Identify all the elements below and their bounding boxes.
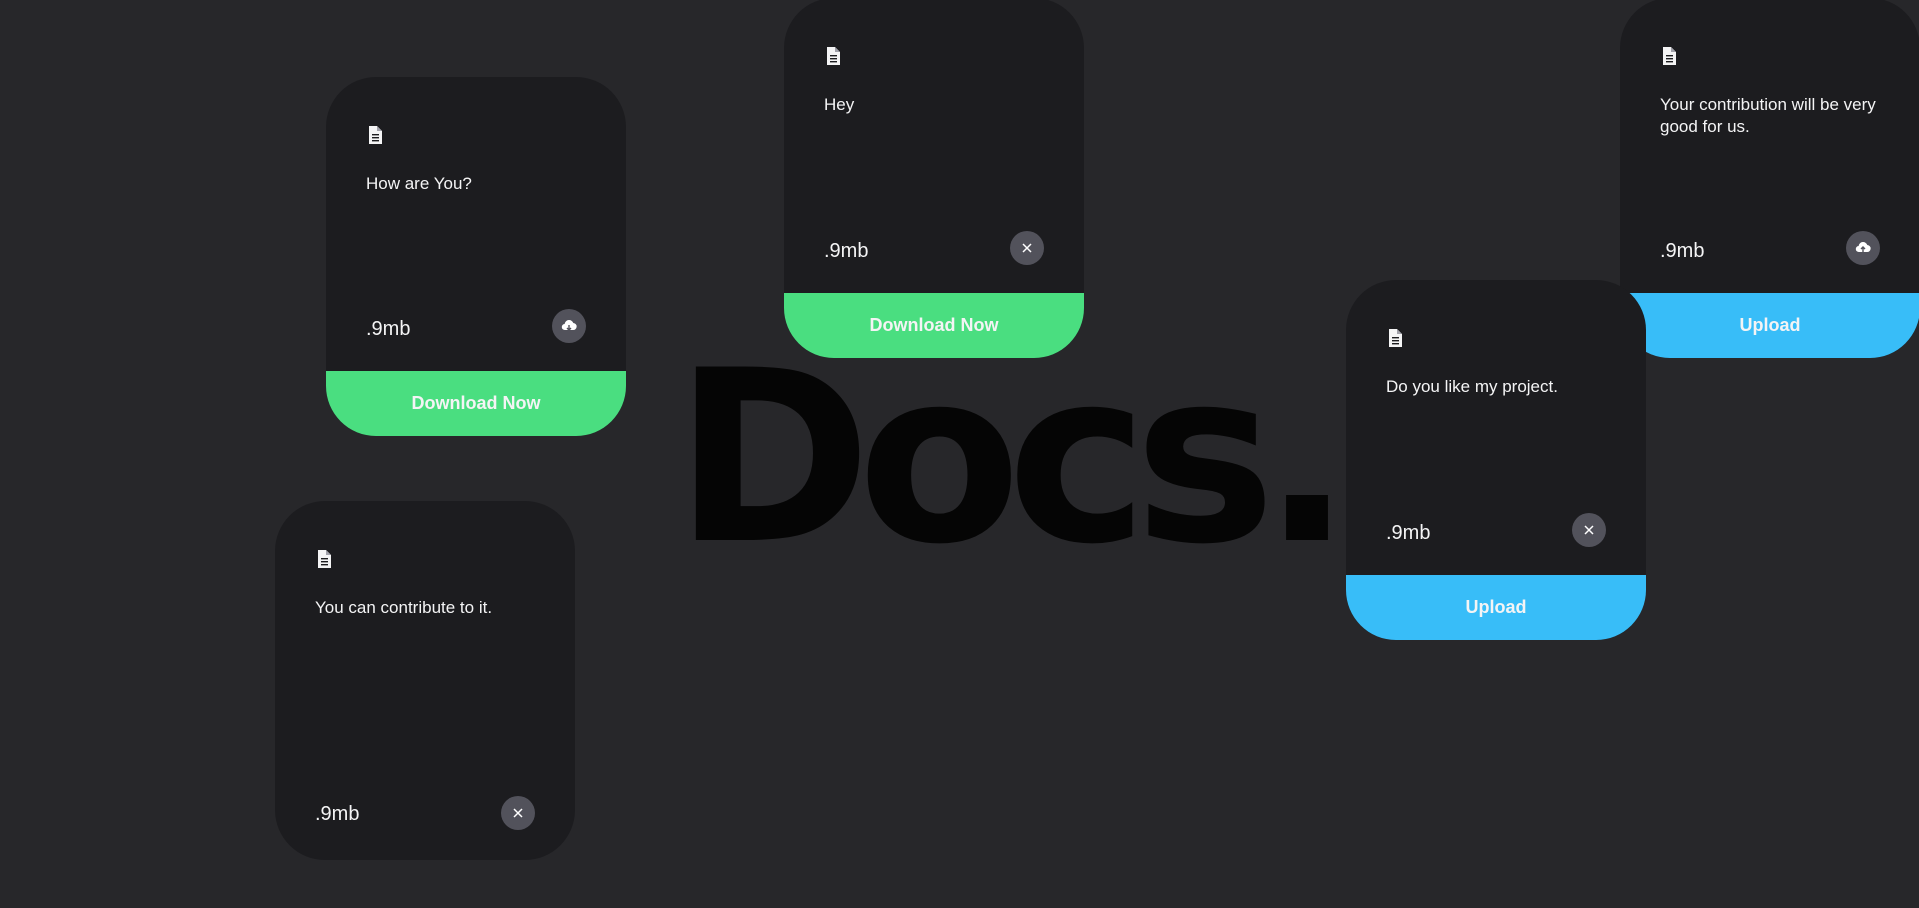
doc-card-body: Do you like my project. .9mb <box>1346 280 1646 575</box>
download-now-button[interactable]: Download Now <box>784 293 1084 358</box>
document-icon <box>369 126 382 144</box>
cloud-download-button[interactable] <box>552 309 586 343</box>
doc-message: Do you like my project. <box>1386 377 1558 396</box>
close-button[interactable] <box>1572 513 1606 547</box>
doc-card-body: Hey .9mb <box>784 0 1084 293</box>
download-now-button[interactable]: Download Now <box>326 371 626 436</box>
doc-card[interactable]: How are You? .9mb Download Now <box>326 77 626 436</box>
close-icon <box>513 808 523 818</box>
document-icon <box>1663 47 1676 65</box>
cloud-download-icon <box>561 320 577 331</box>
doc-message: How are You? <box>366 174 472 193</box>
doc-message: Your contribution will be very good for … <box>1660 95 1876 136</box>
doc-card[interactable]: Your contribution will be very good for … <box>1620 0 1919 358</box>
upload-button[interactable]: Upload <box>1346 575 1646 640</box>
doc-card-body: You can contribute to it. .9mb <box>275 501 575 860</box>
file-size: .9mb <box>1386 522 1431 544</box>
doc-message: Hey <box>824 95 855 114</box>
document-icon <box>318 550 331 568</box>
doc-card[interactable]: Hey .9mb Download Now <box>784 0 1084 358</box>
upload-button[interactable]: Upload <box>1620 293 1919 358</box>
doc-card[interactable]: Do you like my project. .9mb Upload <box>1346 280 1646 640</box>
doc-card-body: Your contribution will be very good for … <box>1620 0 1919 293</box>
cloud-upload-icon <box>1855 242 1871 253</box>
file-size: .9mb <box>1660 240 1705 262</box>
docs-canvas: Docs. How are You? .9mb Download Now Hey… <box>0 0 1919 908</box>
cloud-upload-button[interactable] <box>1846 231 1880 265</box>
file-size: .9mb <box>315 803 360 825</box>
close-icon <box>1022 243 1032 253</box>
close-button[interactable] <box>1010 231 1044 265</box>
file-size: .9mb <box>824 240 869 262</box>
doc-card[interactable]: You can contribute to it. .9mb <box>275 501 575 860</box>
close-icon <box>1584 525 1594 535</box>
document-icon <box>1389 329 1402 347</box>
doc-message: You can contribute to it. <box>315 598 493 617</box>
document-icon <box>827 47 840 65</box>
file-size: .9mb <box>366 318 411 340</box>
page-title: Docs. <box>674 320 1352 597</box>
close-button[interactable] <box>501 796 535 830</box>
doc-card-body: How are You? .9mb <box>326 77 626 371</box>
